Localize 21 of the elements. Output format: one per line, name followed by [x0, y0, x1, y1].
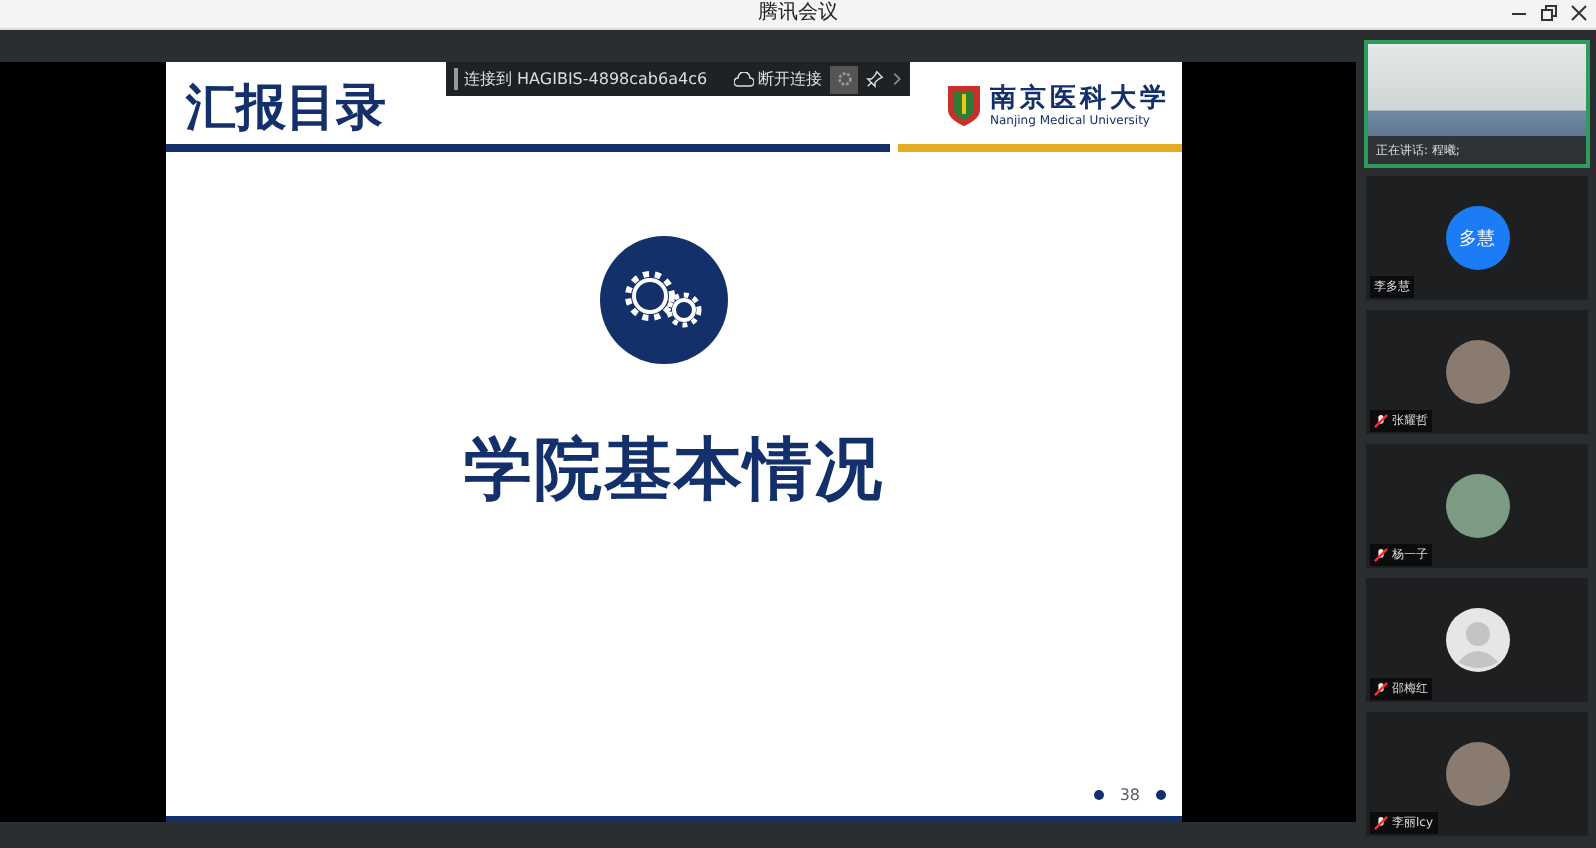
cloud-icon — [734, 71, 754, 87]
chevron-right-icon[interactable] — [892, 70, 902, 88]
photo-placeholder — [1445, 742, 1509, 806]
shield-icon — [946, 84, 982, 128]
photo-placeholder — [1445, 340, 1509, 404]
photo-placeholder — [1445, 474, 1509, 538]
disconnect-button[interactable]: 断开连接 — [734, 68, 822, 90]
settings-icon — [835, 70, 853, 88]
page-number: 38 — [1119, 786, 1140, 804]
gears-icon — [600, 236, 728, 364]
connection-status: 连接到 HAGIBIS-4898cab6a4c6 — [454, 68, 726, 90]
close-icon[interactable] — [1570, 4, 1588, 22]
window-title: 腾讯会议 — [758, 0, 838, 28]
avatar: 多慧 — [1445, 206, 1509, 270]
slide-heading: 汇报目录 — [186, 75, 386, 139]
avatar-silhouette-icon — [1445, 608, 1509, 672]
restore-icon[interactable] — [1540, 4, 1558, 22]
university-name: 南京医科大学 — [990, 83, 1170, 113]
section-title: 学院基本情况 — [464, 428, 884, 514]
pin-icon[interactable] — [866, 70, 884, 88]
settings-button[interactable] — [830, 65, 858, 93]
